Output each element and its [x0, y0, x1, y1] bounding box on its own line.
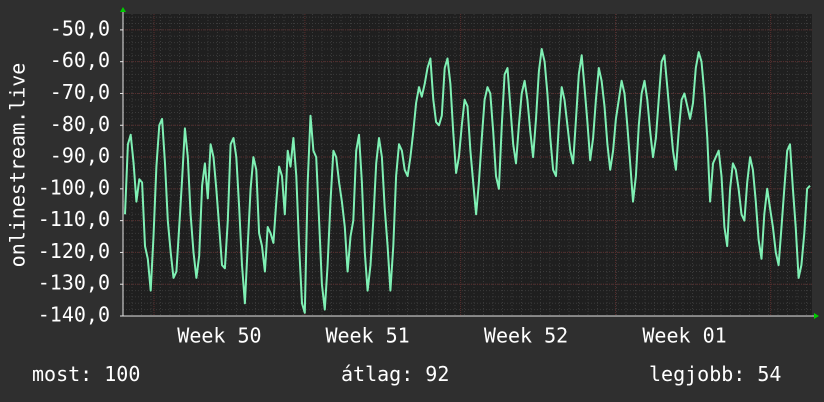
y-tick-label: -120,0: [38, 239, 110, 263]
y-tick-label: -80,0: [50, 112, 110, 136]
x-tick-label: Week 51: [325, 324, 409, 348]
y-tick-label: -100,0: [38, 175, 110, 199]
y-axis-label: onlinestream.live: [6, 63, 30, 268]
x-axis-arrow-icon: [814, 313, 819, 319]
y-ticks: -50,0 -60,0 -70,0 -80,0 -90,0 -100,0 -110,0 -12…: [38, 16, 123, 327]
x-tick-label: Week 50: [177, 324, 261, 348]
y-axis-arrow-icon: [120, 7, 126, 12]
y-tick-label: -110,0: [38, 207, 110, 231]
y-tick-label: -50,0: [50, 16, 110, 40]
y-tick-label: -70,0: [50, 80, 110, 104]
stat-average: átlag: 92: [341, 362, 450, 386]
x-tick-label: Week 52: [484, 324, 568, 348]
x-tick-label: Week 01: [642, 324, 726, 348]
y-tick-label: -140,0: [38, 303, 110, 327]
y-tick-label: -130,0: [38, 271, 110, 295]
y-tick-label: -60,0: [50, 48, 110, 72]
x-ticks: Week 50 Week 51 Week 52 Week 01: [177, 324, 726, 348]
stat-best: legjobb: 54: [649, 362, 782, 386]
y-tick-label: -90,0: [50, 144, 110, 168]
chart: -50,0 -60,0 -70,0 -80,0 -90,0 -100,0 -110,0 -12…: [6, 7, 819, 348]
stat-current: most: 100: [32, 362, 141, 386]
